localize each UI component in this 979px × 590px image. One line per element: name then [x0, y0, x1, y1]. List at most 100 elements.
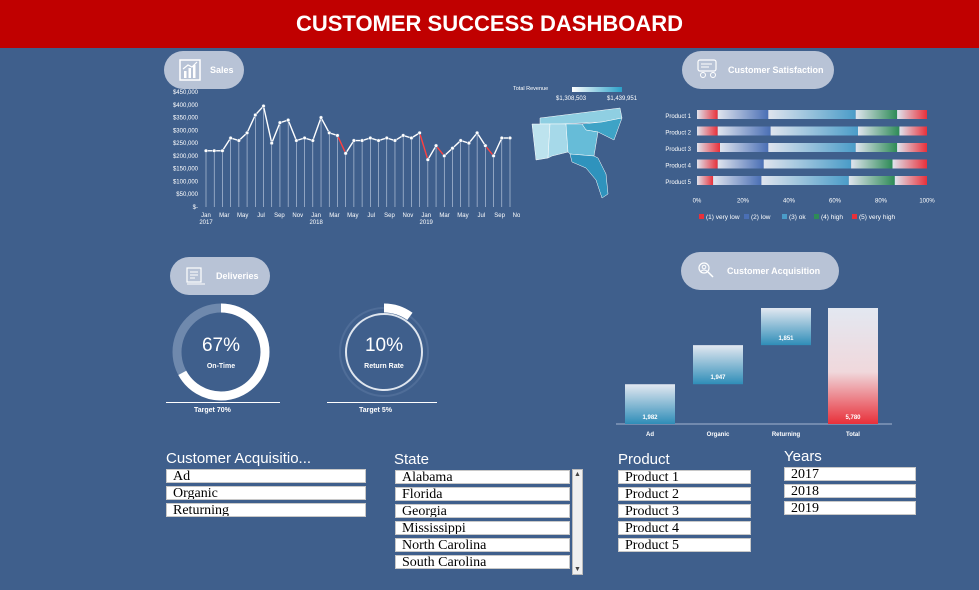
satisfaction-x-tick: 40% — [783, 199, 796, 205]
sales-point — [351, 138, 356, 143]
satisfaction-stacked-bar-chart: Product 1 Product 2 Product 3 Product 4 Prod… — [665, 110, 935, 221]
state-slicer-scrollbar[interactable]: ▲ ▼ — [572, 469, 583, 575]
product-slicer-item[interactable]: Product 5 — [618, 538, 751, 552]
sales-point — [442, 153, 447, 158]
sales-x-tick: Jul — [367, 213, 375, 219]
years-slicer-item[interactable]: 2019 — [784, 501, 916, 515]
satisfaction-bar-segment — [892, 159, 927, 169]
sales-point — [253, 113, 258, 118]
satisfaction-legend-swatch — [782, 214, 787, 219]
people-search-icon — [695, 259, 719, 283]
satisfaction-x-tick: 0% — [693, 199, 702, 205]
satisfaction-bar-segment — [768, 143, 856, 152]
state-slicer-item[interactable]: North Carolina — [395, 538, 570, 552]
sales-point — [327, 130, 332, 135]
sales-year-label: 2017 — [199, 220, 213, 226]
satisfaction-bar-segment — [851, 159, 893, 169]
satisfaction-bar-segment — [697, 159, 718, 169]
acquisition-slicer-item[interactable]: Ad — [166, 469, 366, 483]
state-slicer-item[interactable]: Florida — [395, 487, 570, 501]
years-slicer-item[interactable]: 2017 — [784, 467, 916, 481]
sales-y-tick: $100,000 — [173, 179, 199, 185]
product-slicer-title: Product — [618, 451, 670, 468]
satisfaction-bar-segment — [697, 110, 718, 119]
customer-feedback-icon — [696, 58, 720, 82]
state-slicer-item[interactable]: Mississippi — [395, 521, 570, 535]
sales-title: Sales — [210, 65, 234, 75]
sales-point — [286, 118, 291, 123]
sales-line-segment — [312, 117, 322, 141]
sales-point — [475, 130, 480, 135]
years-slicer-item[interactable]: 2018 — [784, 484, 916, 498]
acquisition-category-label: Organic — [707, 432, 730, 438]
satisfaction-bar-segment — [717, 159, 764, 169]
sales-line-segment — [320, 117, 330, 134]
on-time-label: On-Time — [206, 362, 236, 370]
sales-x-tick: Mar — [329, 213, 339, 219]
satisfaction-title: Customer Satisfaction — [728, 65, 824, 75]
sales-year-label: 2018 — [309, 220, 323, 226]
sales-x-tick: Jul — [257, 213, 265, 219]
sales-line-chart: $450,000 $400,000 $350,000 $300,000 $250,000… — [173, 90, 520, 226]
acquisition-bar-value: 1,982 — [642, 415, 658, 421]
return-rate-target-line — [327, 402, 437, 403]
sales-point — [417, 130, 422, 135]
bar-chart-icon — [178, 58, 202, 82]
sales-y-tick: $50,000 — [176, 192, 198, 198]
satisfaction-bar-segment — [858, 126, 900, 136]
state-slicer-item[interactable]: Georgia — [395, 504, 570, 518]
satisfaction-bar-segment — [894, 176, 927, 185]
satisfaction-bar-segment — [897, 143, 927, 152]
satisfaction-header: Customer Satisfaction — [682, 51, 834, 89]
satisfaction-bar-segment — [720, 143, 769, 152]
sales-y-tick: $450,000 — [173, 90, 199, 96]
acquisition-category-label: Ad — [646, 432, 654, 438]
acquisition-slicer-item[interactable]: Organic — [166, 486, 366, 500]
satisfaction-legend-label: (5) very high — [859, 214, 896, 221]
scroll-down-icon[interactable]: ▼ — [574, 566, 581, 573]
sales-point — [245, 130, 250, 135]
sales-line-segment — [345, 140, 355, 154]
sales-point — [220, 148, 225, 153]
satisfaction-legend-label: (1) very low — [706, 214, 740, 221]
satisfaction-legend-label: (3) ok — [789, 214, 806, 221]
product-slicer-item[interactable]: Product 2 — [618, 487, 751, 501]
sales-point — [204, 148, 209, 153]
satisfaction-x-tick: 100% — [919, 199, 935, 205]
sales-line-segment — [336, 135, 347, 154]
product-slicer-item[interactable]: Product 1 — [618, 470, 751, 484]
return-rate-label: Return Rate — [364, 362, 404, 370]
satisfaction-legend-swatch — [852, 214, 857, 219]
sales-point — [360, 138, 365, 143]
satisfaction-legend-swatch — [699, 214, 704, 219]
acquisition-slicer-item[interactable]: Returning — [166, 503, 366, 517]
sales-line-segment — [492, 137, 503, 157]
sales-x-tick: May — [347, 213, 358, 219]
sales-x-tick: Nov — [403, 213, 414, 219]
product-slicer-item[interactable]: Product 3 — [618, 504, 751, 518]
scroll-up-icon[interactable]: ▲ — [574, 471, 581, 478]
years-slicer-title: Years — [784, 448, 822, 465]
sales-point — [294, 138, 299, 143]
delivery-icon — [184, 264, 208, 288]
satisfaction-bar-segment — [768, 110, 856, 119]
satisfaction-bar-segment — [717, 110, 769, 119]
product-slicer-item[interactable]: Product 4 — [618, 521, 751, 535]
sales-point — [384, 136, 389, 141]
state-slicer-item[interactable]: Alabama — [395, 470, 570, 484]
satisfaction-bar-segment — [848, 176, 895, 185]
sales-point — [310, 138, 315, 143]
state-slicer-item[interactable]: South Carolina — [395, 555, 570, 569]
satisfaction-category-label: Product 2 — [665, 131, 691, 137]
satisfaction-bar-segment — [697, 126, 718, 136]
sales-point — [483, 143, 488, 148]
satisfaction-bar-segment — [763, 159, 852, 169]
sales-x-tick: Nov — [292, 213, 303, 219]
satisfaction-bar-segment — [717, 126, 771, 136]
satisfaction-legend-label: (2) low — [751, 214, 771, 221]
sales-x-tick: Jan — [421, 213, 431, 219]
sales-point — [409, 136, 414, 141]
sales-point — [434, 143, 439, 148]
sales-point — [228, 136, 233, 141]
satisfaction-category-label: Product 4 — [665, 164, 691, 170]
